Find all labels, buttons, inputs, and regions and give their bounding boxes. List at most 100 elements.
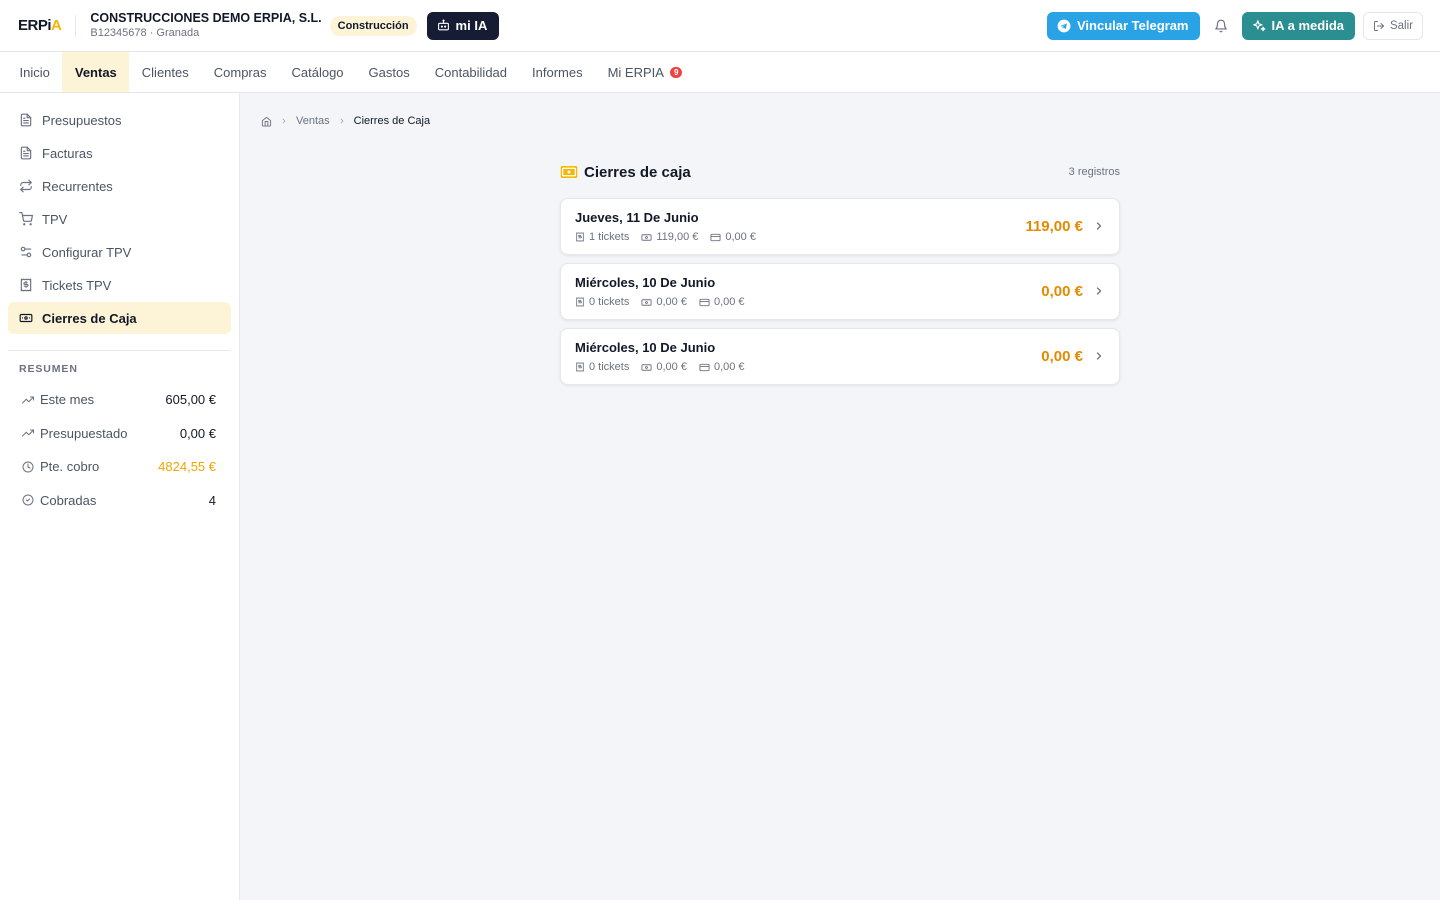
meta-cash: 0,00 € bbox=[641, 361, 687, 373]
summary-row-este-mes: Este mes 605,00 € bbox=[22, 383, 216, 417]
summary-value: 0,00 € bbox=[179, 425, 216, 441]
summary-label: Este mes bbox=[40, 392, 95, 408]
meta-cash: 119,00 € bbox=[641, 231, 698, 243]
credit-card-icon bbox=[699, 363, 710, 371]
cierre-card[interactable]: Jueves, 11 De Junio 1 tickets 119,00 € 0… bbox=[560, 198, 1120, 255]
top-header: ERP i A CONSTRUCCIONES DEMO ERPIA, S.L. B1… bbox=[0, 0, 1440, 52]
nav-item-contabilidad[interactable]: Contabilidad bbox=[422, 52, 519, 92]
notifications-button[interactable] bbox=[1200, 12, 1242, 40]
sidebar-item-recurrentes[interactable]: Recurrentes bbox=[8, 170, 231, 202]
nav-label: Gastos bbox=[368, 64, 410, 80]
card-amount: 0,00 € bbox=[713, 361, 745, 373]
nav-label: Compras bbox=[213, 64, 267, 80]
credit-card-icon bbox=[710, 233, 721, 241]
erpia-logo[interactable]: ERP i A bbox=[18, 17, 62, 34]
breadcrumb: Ventas Cierres de Caja bbox=[261, 115, 430, 127]
telegram-label: Vincular Telegram bbox=[1076, 18, 1189, 33]
credit-card-icon bbox=[699, 298, 710, 306]
cash-register-icon bbox=[560, 166, 578, 178]
logout-button[interactable]: Salir bbox=[1362, 11, 1423, 40]
receipt-icon bbox=[576, 232, 584, 242]
cierre-total: 119,00 € bbox=[1025, 218, 1083, 235]
nav-item-clientes[interactable]: Clientes bbox=[129, 52, 201, 92]
breadcrumb-ventas[interactable]: Ventas bbox=[296, 115, 330, 127]
ia-a-medida-button[interactable]: IA a medida bbox=[1241, 11, 1355, 40]
sparkles-icon bbox=[1252, 19, 1265, 31]
nav-label: Mi ERPIA bbox=[607, 64, 664, 80]
home-icon[interactable] bbox=[261, 116, 272, 127]
chevron-right-icon bbox=[282, 118, 286, 124]
document-icon bbox=[20, 113, 32, 127]
meta-cash: 0,00 € bbox=[641, 296, 687, 308]
summary-row-cobradas: Cobradas 4 bbox=[22, 484, 216, 518]
nav-label: Ventas bbox=[74, 64, 117, 80]
summary-value: 4 bbox=[208, 492, 216, 508]
logout-label: Salir bbox=[1389, 19, 1413, 32]
clock-icon bbox=[22, 461, 34, 473]
cierre-total: 0,00 € bbox=[1041, 348, 1083, 365]
nav-item-compras[interactable]: Compras bbox=[201, 52, 279, 92]
nav-item-ventas[interactable]: Ventas bbox=[62, 52, 130, 92]
summary-row-pte-cobro: Pte. cobro 4824,55 € bbox=[22, 450, 216, 484]
summary-value: 605,00 € bbox=[165, 392, 216, 408]
chevron-right-icon bbox=[1096, 222, 1102, 230]
nav-label: Contabilidad bbox=[434, 64, 508, 80]
main-nav: Inicio Ventas Clientes Compras Catálogo … bbox=[0, 52, 1440, 93]
summary-title: RESUMEN bbox=[19, 363, 78, 375]
sidebar-item-configurar-tpv[interactable]: Configurar TPV bbox=[8, 236, 231, 268]
sidebar-item-presupuestos[interactable]: Presupuestos bbox=[8, 104, 231, 136]
nav-item-catalogo[interactable]: Catálogo bbox=[279, 52, 356, 92]
ia-medida-label: IA a medida bbox=[1271, 18, 1344, 33]
header-divider bbox=[75, 14, 77, 37]
tickets-count: 0 tickets bbox=[589, 296, 630, 308]
cierre-total: 0,00 € bbox=[1041, 283, 1083, 300]
tickets-count: 0 tickets bbox=[589, 361, 630, 373]
summary-label: Pte. cobro bbox=[40, 459, 100, 475]
cierre-meta: 0 tickets 0,00 € 0,00 € bbox=[575, 361, 1105, 373]
sidebar-item-cierres-de-caja[interactable]: Cierres de Caja bbox=[8, 302, 231, 334]
vincular-telegram-button[interactable]: Vincular Telegram bbox=[1046, 11, 1200, 40]
sidebar-list: Presupuestos Facturas Recurrentes TPV Co… bbox=[0, 93, 239, 334]
cierre-card[interactable]: Miércoles, 10 De Junio 0 tickets 0,00 € … bbox=[560, 263, 1120, 320]
sidebar-item-label: Configurar TPV bbox=[42, 244, 132, 260]
mi-ia-button[interactable]: mi IA bbox=[426, 11, 500, 40]
sidebar-item-tpv[interactable]: TPV bbox=[8, 203, 231, 235]
sector-badge: Construcción bbox=[329, 15, 417, 36]
banknote-icon bbox=[641, 298, 652, 306]
sidebar-item-tickets-tpv[interactable]: Tickets TPV bbox=[8, 269, 231, 301]
sidebar-item-label: Cierres de Caja bbox=[42, 310, 137, 326]
telegram-icon bbox=[1057, 19, 1071, 32]
logo-erp: ERP bbox=[18, 17, 48, 34]
nav-item-gastos[interactable]: Gastos bbox=[356, 52, 422, 92]
sidebar-item-label: Facturas bbox=[42, 145, 93, 161]
meta-tickets: 0 tickets bbox=[575, 296, 629, 308]
banknote-icon bbox=[641, 233, 652, 241]
document-icon bbox=[20, 146, 32, 160]
card-amount: 0,00 € bbox=[713, 296, 745, 308]
summary-value: 4824,55 € bbox=[158, 459, 216, 475]
sidebar-item-label: TPV bbox=[42, 211, 68, 227]
sidebar-divider bbox=[8, 350, 231, 351]
sidebar: Presupuestos Facturas Recurrentes TPV Co… bbox=[0, 93, 240, 900]
nav-item-mi-erpia[interactable]: Mi ERPIA 9 bbox=[595, 52, 695, 92]
nav-item-informes[interactable]: Informes bbox=[520, 52, 596, 92]
panel-header: Cierres de caja 3 registros bbox=[560, 160, 1120, 184]
cierre-card[interactable]: Miércoles, 10 De Junio 0 tickets 0,00 € … bbox=[560, 328, 1120, 385]
cierres-panel: Cierres de caja 3 registros Jueves, 11 D… bbox=[560, 160, 1120, 393]
sidebar-item-label: Tickets TPV bbox=[42, 277, 112, 293]
chevron-right-icon bbox=[340, 118, 344, 124]
tickets-count: 1 tickets bbox=[589, 231, 630, 243]
robot-icon bbox=[437, 19, 449, 31]
company-info: CONSTRUCCIONES DEMO ERPIA, S.L. B1234567… bbox=[90, 11, 321, 40]
sidebar-item-facturas[interactable]: Facturas bbox=[8, 137, 231, 169]
cierres-list: Jueves, 11 De Junio 1 tickets 119,00 € 0… bbox=[560, 198, 1120, 385]
logo-a: A bbox=[51, 17, 62, 34]
records-count: 3 registros bbox=[1068, 166, 1120, 178]
nav-item-inicio[interactable]: Inicio bbox=[7, 52, 62, 92]
panel-title: Cierres de caja bbox=[584, 163, 691, 181]
cash-icon bbox=[19, 313, 33, 323]
bell-icon bbox=[1214, 19, 1227, 32]
nav-label: Inicio bbox=[19, 64, 50, 80]
nav-label: Clientes bbox=[141, 64, 189, 80]
chevron-right-icon bbox=[1096, 352, 1102, 360]
